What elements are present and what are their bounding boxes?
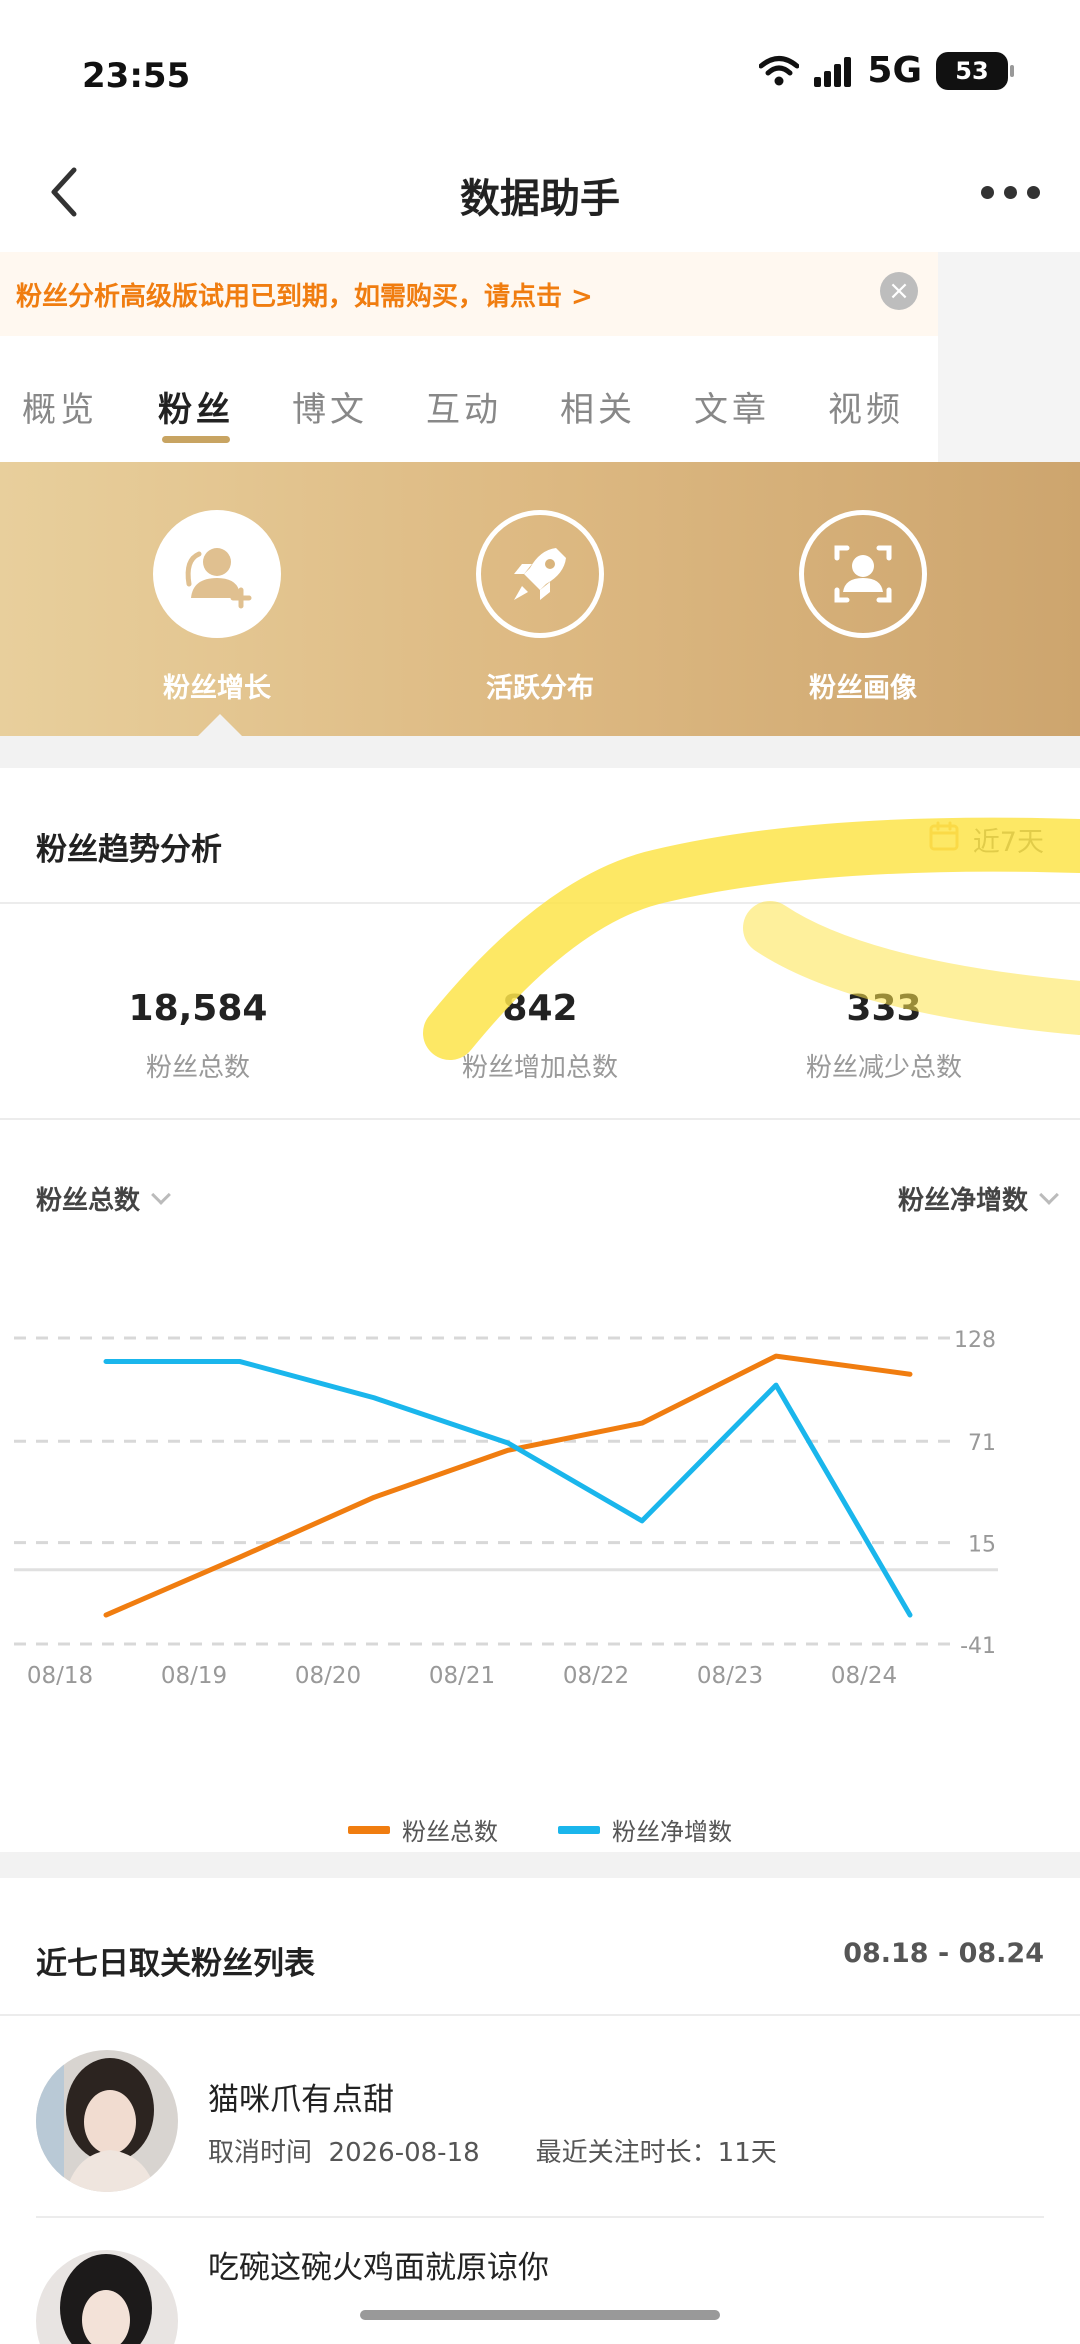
cancel-time-label: 取消时间 <box>208 2138 313 2168</box>
x-tick-label: 08/18 <box>27 1663 93 1689</box>
y-tick-label: -41 <box>960 1634 996 1659</box>
x-tick-label: 08/24 <box>831 1663 897 1689</box>
nav-bar: 数据助手 <box>0 140 1080 252</box>
list-title: 近七日取关粉丝列表 <box>36 1946 315 1982</box>
selected-pointer <box>198 714 242 736</box>
x-tick-label: 08/21 <box>429 1663 495 1689</box>
tab-bar: 概览 粉丝 博文 互动 相关 文章 视频 <box>0 336 938 462</box>
user-meta: 取消时间 2026-08-18 最近关注时长：11天 <box>208 2132 777 2169</box>
avatar[interactable] <box>36 2250 178 2344</box>
date-range-picker[interactable]: 近7天 <box>929 820 1044 859</box>
series-line-net <box>103 1359 913 1618</box>
status-bar: 23:55 5G 53 <box>0 0 1080 140</box>
tab-overview[interactable]: 概览 <box>22 382 98 431</box>
rocket-icon <box>476 510 604 638</box>
follow-duration-label: 最近关注时长： <box>535 2138 718 2168</box>
right-metric-label: 粉丝净增数 <box>897 1186 1028 1216</box>
y-tick-label: 71 <box>968 1431 996 1456</box>
divider <box>0 902 1080 904</box>
more-icon[interactable] <box>970 162 1050 222</box>
avatar[interactable] <box>36 2050 178 2192</box>
left-metric-label: 粉丝总数 <box>36 1186 141 1216</box>
user-name[interactable]: 猫咪爪有点甜 <box>208 2074 394 2119</box>
page-title: 数据助手 <box>460 176 620 222</box>
chevron-down-icon <box>1039 1184 1059 1205</box>
series-line-total <box>103 1353 913 1618</box>
divider <box>0 1118 1080 1120</box>
stat-fans-gained: 842 粉丝增加总数 <box>360 988 720 1084</box>
fans-growth-entry[interactable]: 粉丝增长 <box>117 510 317 705</box>
x-tick-label: 08/22 <box>563 1663 629 1689</box>
fans-portrait-entry[interactable]: 粉丝画像 <box>763 510 963 705</box>
user-name[interactable]: 吃碗这碗火鸡面就原谅你 <box>208 2242 549 2287</box>
tab-articles[interactable]: 文章 <box>694 382 770 431</box>
home-indicator <box>360 2310 720 2320</box>
x-tick-label: 08/20 <box>295 1663 361 1689</box>
fans-growth-label: 粉丝增长 <box>163 673 271 704</box>
date-range-label: 近7天 <box>972 827 1044 858</box>
status-icons: 5G 53 <box>759 50 1014 91</box>
tab-interaction[interactable]: 互动 <box>426 382 502 431</box>
legend-label: 粉丝净增数 <box>612 1818 732 1846</box>
divider <box>36 2216 1044 2218</box>
list-item[interactable]: 吃碗这碗火鸡面就原谅你 <box>36 2228 1044 2344</box>
tabs-filler <box>938 252 1080 462</box>
stat-label: 粉丝总数 <box>145 1053 250 1083</box>
banner-text[interactable]: 粉丝分析高级版试用已到期，如需购买，请点击 > <box>16 276 593 313</box>
y-tick-label: 128 <box>954 1328 996 1353</box>
stat-fans-lost: 333 粉丝减少总数 <box>704 988 1064 1084</box>
legend-swatch <box>558 1825 600 1834</box>
signal-icon <box>813 55 853 87</box>
active-distribution-entry[interactable]: 活跃分布 <box>440 510 640 705</box>
x-tick-label: 08/23 <box>697 1663 763 1689</box>
banner-close-icon[interactable]: × <box>880 272 918 310</box>
tab-fans[interactable]: 粉丝 <box>158 382 234 431</box>
stat-label: 粉丝减少总数 <box>805 1053 962 1083</box>
stat-label: 粉丝增加总数 <box>461 1053 618 1083</box>
y-tick-label: 15 <box>968 1533 996 1558</box>
network-label: 5G <box>867 50 922 91</box>
legend-item-total: 粉丝总数 <box>348 1812 498 1847</box>
stat-value: 842 <box>502 988 578 1029</box>
legend-swatch <box>348 1825 390 1834</box>
stat-total-fans: 18,584 粉丝总数 <box>18 988 378 1084</box>
tab-related[interactable]: 相关 <box>560 382 636 431</box>
fans-trend-chart[interactable]: 128 71 15 -41 08/18 08/19 08/20 08/21 08/22 08/23… <box>0 1288 1080 1768</box>
fans-feature-panel: 粉丝增长 活跃分布 粉丝画像 <box>0 462 1080 736</box>
cancel-time-value: 2026-08-18 <box>328 2138 480 2168</box>
x-tick-label: 08/19 <box>161 1663 227 1689</box>
active-distribution-label: 活跃分布 <box>486 673 594 704</box>
trial-expired-banner[interactable]: 粉丝分析高级版试用已到期，如需购买，请点击 > <box>0 252 940 336</box>
list-item[interactable]: 猫咪爪有点甜 取消时间 2026-08-18 最近关注时长：11天 <box>36 2028 1044 2228</box>
left-metric-select[interactable]: 粉丝总数 <box>36 1180 171 1217</box>
stat-value: 18,584 <box>128 988 268 1029</box>
follow-duration-value: 11天 <box>717 2138 777 2168</box>
legend-item-net: 粉丝净增数 <box>558 1812 732 1847</box>
battery-icon: 53 <box>936 51 1014 90</box>
list-date-range: 08.18 - 08.24 <box>843 1938 1044 1969</box>
status-time: 23:55 <box>82 56 191 96</box>
fans-portrait-label: 粉丝画像 <box>809 673 917 704</box>
wifi-icon <box>759 55 800 87</box>
calendar-icon <box>929 821 959 858</box>
right-metric-select[interactable]: 粉丝净增数 <box>897 1180 1059 1217</box>
tab-videos[interactable]: 视频 <box>828 382 904 431</box>
user-add-icon <box>153 510 281 638</box>
follow-duration: 最近关注时长：11天 <box>536 2132 777 2169</box>
user-portrait-icon <box>799 510 927 638</box>
fans-trend-card: 粉丝趋势分析 近7天 18,584 粉丝总数 842 粉丝增加总数 333 粉丝… <box>0 768 1080 1852</box>
section-title: 粉丝趋势分析 <box>36 832 222 868</box>
unfollow-list-card: 近七日取关粉丝列表 08.18 - 08.24 猫咪爪有点甜 取消时间 2026… <box>0 1878 1080 2344</box>
tab-posts[interactable]: 博文 <box>292 382 368 431</box>
divider <box>0 2014 1080 2016</box>
chart-legend: 粉丝总数 粉丝净增数 <box>0 1812 1080 1847</box>
cancel-time: 取消时间 2026-08-18 <box>208 2132 480 2169</box>
legend-label: 粉丝总数 <box>402 1818 498 1846</box>
active-tab-indicator <box>162 436 230 443</box>
stat-value: 333 <box>846 988 922 1029</box>
chevron-down-icon <box>151 1184 171 1205</box>
